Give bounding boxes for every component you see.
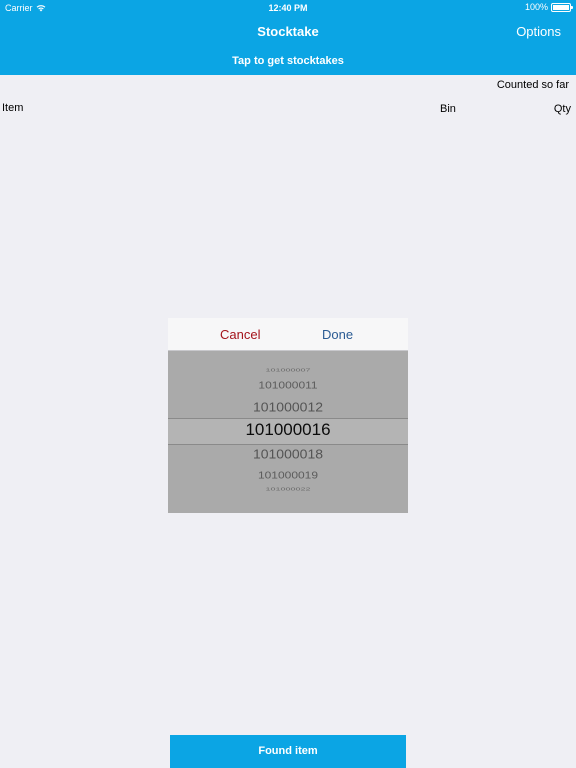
status-bar: Carrier 12:40 PM 100% [0,0,576,16]
options-button[interactable]: Options [516,24,561,39]
column-header-qty: Qty [553,103,571,115]
picker-option[interactable]: 101000012 [168,399,408,414]
cancel-button[interactable]: Cancel [220,327,260,342]
picker-option[interactable]: 101000022 [168,486,408,492]
picker-option-selected[interactable]: 101000016 [168,420,408,440]
picker-toolbar: Cancel Done [168,318,408,351]
carrier-label: Carrier [5,3,33,13]
counted-so-far-label: Counted so far [496,79,569,91]
wifi-icon [36,5,45,12]
page-title: Stocktake [257,24,319,39]
navigation-bar: Stocktake Options [0,16,576,48]
carrier-info: Carrier [5,3,46,13]
status-time: 12:40 PM [268,3,308,13]
picker-option[interactable]: 101000018 [168,446,408,461]
column-header-bin: Bin [440,103,456,115]
battery-status: 100% [524,2,573,12]
picker-option[interactable]: 101000019 [168,469,408,481]
done-button[interactable]: Done [322,327,353,342]
battery-icon [551,2,573,12]
picker-option[interactable]: 101000007 [168,367,408,373]
item-picker-popover: Cancel Done 101000007 101000011 101000012 1… [168,318,408,513]
picker-wheel[interactable]: 101000007 101000011 101000012 101000016 1010… [168,351,408,513]
found-item-button[interactable]: Found item [170,735,406,768]
get-stocktakes-button[interactable]: Tap to get stocktakes [0,48,576,75]
battery-percent: 100% [524,2,548,12]
picker-option[interactable]: 101000011 [168,379,408,391]
column-header-item: Item [2,102,24,114]
